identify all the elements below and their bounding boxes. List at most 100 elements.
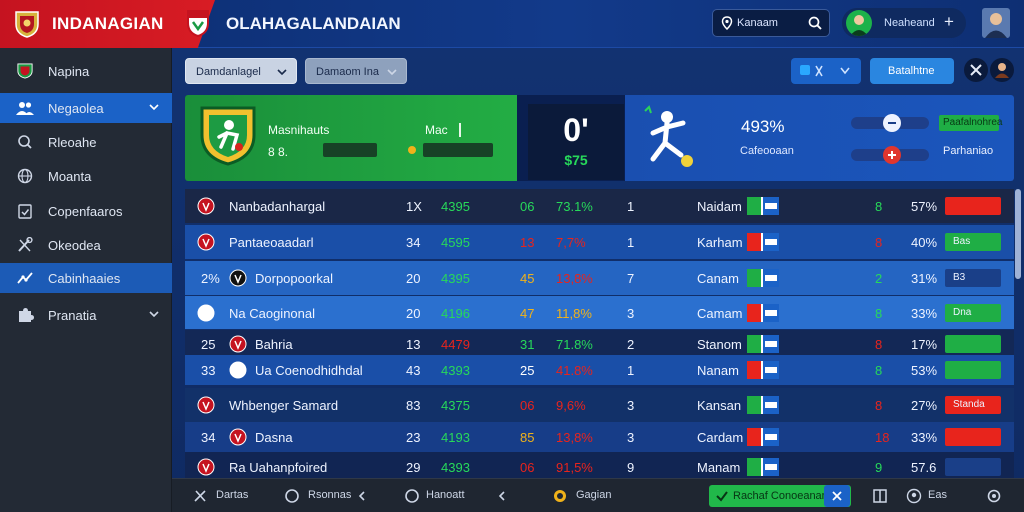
status-badge: Paafalnohrea	[939, 115, 1003, 131]
stat-points: 4395	[441, 271, 470, 286]
status-bar: Bas	[945, 233, 1001, 251]
action-button[interactable]: Batalhtne	[870, 58, 954, 84]
bottom-item-gagian[interactable]: Gagian	[576, 489, 611, 501]
sidebar-item-moanta[interactable]: Moanta	[0, 161, 172, 191]
table-row[interactable]: Pantaeoaadarl 34 4595 13 7,7% 1 Karham 8 40% Bas	[185, 225, 1014, 259]
table-row[interactable]: 34 Dasna 23 4193 85 13,8% 3 Cardam 18 33%	[185, 422, 1014, 452]
stat-points: 4393	[441, 363, 470, 378]
circle-icon[interactable]	[404, 488, 420, 504]
bottom-item-rsonnas[interactable]: Rsonnas	[308, 489, 351, 501]
meter-knob[interactable]	[883, 114, 901, 132]
sidebar-item-label: Pranatia	[48, 308, 97, 323]
stat-played: 1X	[406, 199, 422, 214]
circle-icon[interactable]	[284, 488, 300, 504]
sidebar-item-cabinhaaies[interactable]: Cabinhaaies	[0, 263, 172, 293]
person-icon[interactable]	[906, 488, 922, 504]
chart-icon	[17, 272, 33, 284]
chevron-down-icon	[277, 69, 287, 76]
tools-button[interactable]	[964, 58, 988, 82]
team-name: Pantaeoaadarl	[229, 235, 314, 250]
stat-form: 8	[875, 235, 883, 250]
table-row[interactable]: 25 Bahria 13 4479 31 71.8% 2 Stanom 8 17%	[185, 330, 1014, 358]
tools-icon[interactable]	[192, 488, 208, 504]
sidebar: Napina Negaolea Rleoahe Moanta Copenfaar…	[0, 48, 172, 512]
team-name: Ua Coenodhidhdal	[255, 363, 363, 378]
table-row[interactable]: Whbenger Samard 83 4375 06 9,6% 3 Kansan 8 27% St…	[185, 388, 1014, 422]
search-input[interactable]: Kanaam	[712, 9, 830, 37]
sidebar-item-negaolea[interactable]: Negaolea	[0, 93, 172, 123]
team-name: Ra Uahanpfoired	[229, 460, 328, 475]
stat-points: 4393	[441, 460, 470, 475]
stat-percent: 73.1%	[556, 199, 593, 214]
stat-form: 8	[875, 398, 883, 413]
secondary-dropdown[interactable]: Damaom Ina	[305, 58, 407, 84]
bottom-item-hanoatt[interactable]: Hanoatt	[426, 489, 465, 501]
plus-icon	[888, 151, 896, 159]
sidebar-item-napina[interactable]: Napina	[0, 56, 172, 86]
chevron-left-icon[interactable]	[354, 488, 370, 504]
sidebar-item-copenfaaros[interactable]: Copenfaaros	[0, 196, 172, 226]
team-badge-icon	[229, 361, 247, 379]
status-bar	[945, 197, 1001, 215]
sidebar-item-pranatia[interactable]: Pranatia	[0, 300, 172, 330]
match-summary-card[interactable]: Masnihauts 8 8. Mac 0' $75 493% Cafeooaa…	[185, 95, 1014, 181]
view-toggle-button[interactable]	[791, 58, 861, 84]
stat-played: 29	[406, 460, 421, 475]
stat-played: 20	[406, 306, 421, 321]
stat-share: 17%	[911, 337, 938, 352]
table-row[interactable]: 2% Dorpopoorkal 20 4395 45 13,8% 7 Canam 2 31% B3	[185, 261, 1014, 295]
venue-name: Kansan	[697, 398, 742, 413]
sidebar-item-okeodea[interactable]: Okeodea	[0, 230, 172, 260]
table-row[interactable]: Na Caoginonal 20 4196 47 11,8% 3 Camam 8 33% Dna	[185, 296, 1014, 329]
table-row[interactable]: Nanbadanhargal 1X 4395 06 73.1% 1 Naidam 8 57%	[185, 189, 1014, 223]
table-row[interactable]: 33 Ua Coenodhidhdal 43 4393 25 41.8% 1 Nanam 8 53…	[185, 355, 1014, 385]
chevron-down-icon	[149, 311, 159, 318]
sidebar-item-rleoahe[interactable]: Rleoahe	[0, 127, 172, 157]
close-icon	[832, 491, 842, 501]
chevron-left-icon[interactable]	[494, 488, 510, 504]
app-crest-icon	[187, 10, 209, 37]
add-button[interactable]: +	[944, 12, 954, 32]
stat-share: 57%	[911, 199, 938, 214]
team-name: Dasna	[255, 430, 293, 445]
coin-icon[interactable]	[552, 488, 568, 504]
stat-share: 33%	[911, 430, 938, 445]
team-name: Whbenger Samard	[229, 398, 339, 413]
stat-played: 83	[406, 398, 421, 413]
stat-goals: 06	[520, 199, 535, 214]
team-stat-bar	[423, 143, 493, 157]
status-bar: Dna	[945, 304, 1001, 322]
flag-icons	[747, 361, 779, 379]
stat-goals: 06	[520, 398, 535, 413]
stat-played: 43	[406, 363, 421, 378]
settings-icon[interactable]	[986, 488, 1002, 504]
sidebar-item-label: Cabinhaaies	[48, 271, 121, 286]
brand-area[interactable]: INDANAGIAN	[0, 0, 215, 48]
clipboard-icon	[18, 204, 32, 219]
primary-dropdown[interactable]: Damdanlagel	[185, 58, 297, 84]
status-badge-label: Paafalnohrea	[943, 117, 1003, 128]
flag-icons	[747, 458, 779, 476]
close-button[interactable]	[824, 485, 850, 507]
team-crest-icon	[200, 106, 256, 166]
meter-knob[interactable]	[883, 146, 901, 164]
win-percent-label: Cafeooaan	[740, 145, 794, 157]
flag-icon	[747, 335, 779, 353]
chevron-down-icon	[387, 69, 397, 76]
venue-name: Karham	[697, 235, 743, 250]
panel-icon[interactable]	[872, 488, 888, 504]
bottom-item-dartas[interactable]: Dartas	[216, 489, 248, 501]
stat-goals: 13	[520, 235, 535, 250]
minus-icon	[888, 122, 896, 124]
page-title: OLAHAGALANDAIAN	[226, 14, 401, 33]
scrollbar[interactable]	[1015, 189, 1021, 279]
user-menu[interactable]: Neaheand +	[842, 8, 966, 38]
team-badge-icon	[197, 197, 215, 215]
stat-goals: 85	[520, 430, 535, 445]
bottom-item-eas[interactable]: Eas	[928, 489, 947, 501]
profile-avatar[interactable]	[982, 8, 1010, 38]
stat-rank: 2	[627, 337, 635, 352]
account-button[interactable]	[990, 58, 1014, 82]
player-panel: 493% Cafeooaan Paafalnohrea Parhaniao	[625, 95, 1014, 181]
search-icon[interactable]	[807, 15, 823, 31]
